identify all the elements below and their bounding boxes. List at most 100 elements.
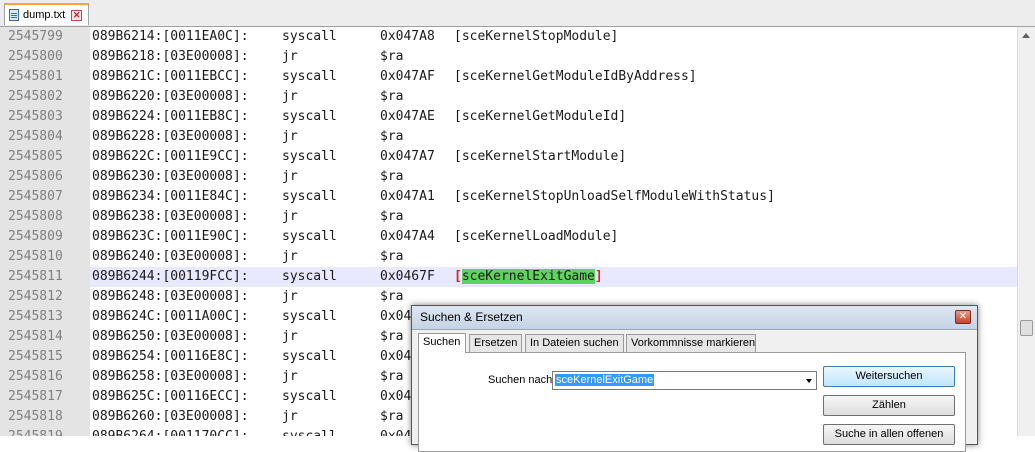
code-operand: $ra [380,209,404,224]
code-opcode: jr [282,369,298,384]
find-replace-dialog: Suchen & Ersetzen ✕ Suchen Ersetzen In D… [411,305,978,452]
tab-replace[interactable]: Ersetzen [469,334,522,352]
line-number: 2545819 [8,427,90,436]
find-panel: Suchen nach sceKernelExitGame Weitersuch… [418,352,966,452]
vertical-scrollbar[interactable] [1017,27,1035,436]
code-address: 089B6250:[03E00008]: [92,329,249,344]
code-symbol: [sceKernelStopUnloadSelfModuleWithStatus… [454,189,775,204]
code-operand: 0x04 [380,309,412,324]
line-number: 2545811 [8,269,63,284]
code-operand: 0x04 [380,427,411,436]
code-address: 089B6238:[03E00008]: [92,209,249,224]
code-address: 089B6248:[03E00008]: [92,289,249,304]
line-number: 2545808 [8,209,63,224]
code-address: 089B6214:[0011EA0C]: [92,29,249,44]
editor-line[interactable]: 2545808 089B6238:[03E00008]: jr $ra [0,207,1017,227]
code-address: 089B625C:[00116ECC]: [92,389,249,404]
find-label: Suchen nach [488,374,553,386]
find-all-open-button[interactable]: Suche in allen offenen [823,424,955,445]
code-operand: 0x047AF [380,69,435,84]
code-opcode: jr [282,289,298,304]
document-tab-bar: dump.txt ✕ [0,0,1035,27]
bracket-open: [ [454,269,462,284]
code-address: 089B6258:[03E00008]: [92,369,249,384]
code-symbol: [sceKernelStartModule] [454,149,627,164]
line-number: 2545803 [8,109,63,124]
code-address: 089B6230:[03E00008]: [92,169,249,184]
code-opcode: jr [282,249,298,264]
tab-find[interactable]: Suchen [418,333,466,353]
bracket-close: ] [594,269,603,284]
line-number: 2545816 [8,369,63,384]
code-opcode: jr [282,169,298,184]
code-operand: 0x047A1 [380,189,435,204]
editor-line[interactable]: 2545806 089B6230:[03E00008]: jr $ra [0,167,1017,187]
code-opcode: jr [282,49,298,64]
line-number: 2545818 [8,409,63,424]
chevron-down-icon[interactable] [806,379,812,383]
code-operand: 0x047A7 [380,149,435,164]
code-symbol: [sceKernelGetModuleId] [454,109,627,124]
editor-line[interactable]: 2545799 089B6214:[0011EA0C]: syscall 0x047A… [0,27,1017,47]
code-address: 089B6224:[0011EB8C]: [92,109,249,124]
line-number: 2545812 [8,289,63,304]
document-tab-title: dump.txt [23,9,66,21]
code-symbol: [sceKernelLoadModule] [454,229,619,244]
code-symbol: [sceKernelExitGame] [454,267,603,287]
code-operand: $ra [380,329,404,344]
editor-line[interactable]: 2545802 089B6220:[03E00008]: jr $ra [0,87,1017,107]
code-opcode: jr [282,409,298,424]
code-opcode: jr [282,329,298,344]
find-input[interactable]: sceKernelExitGame [552,371,817,390]
editor-line[interactable]: 2545810 089B6240:[03E00008]: jr $ra [0,247,1017,267]
scrollbar-thumb[interactable] [1020,320,1033,336]
line-number: 2545805 [8,149,63,164]
code-opcode: syscall [282,269,337,284]
line-number: 2545800 [8,49,63,64]
code-address: 089B622C:[0011E9CC]: [92,149,249,164]
dialog-title-bar[interactable]: Suchen & Ersetzen ✕ [412,306,977,330]
count-button[interactable]: Zählen [823,395,955,416]
code-opcode: syscall [282,189,337,204]
line-number: 2545815 [8,349,63,364]
code-address: 089B6254:[00116E8C]: [92,349,249,364]
editor-line[interactable]: 2545805 089B622C:[0011E9CC]: syscall 0x047A… [0,147,1017,167]
code-operand: 0x047A4 [380,229,435,244]
line-number: 2545804 [8,129,63,144]
line-number: 2545807 [8,189,63,204]
code-address: 089B6234:[0011E84C]: [92,189,249,204]
code-opcode: jr [282,89,298,104]
code-operand: $ra [380,129,404,144]
code-operand: 0x047AE [380,109,435,124]
search-match: sceKernelExitGame [461,269,595,284]
code-operand: 0x0467F [380,269,435,284]
editor-line[interactable]: 2545811 089B6244:[00119FCC]: syscall 0x0467… [0,267,1017,287]
code-opcode: syscall [282,309,337,324]
code-operand: 0x04 [380,389,412,404]
code-opcode: syscall [282,349,337,364]
editor-line[interactable]: 2545803 089B6224:[0011EB8C]: syscall 0x047A… [0,107,1017,127]
code-operand: $ra [380,289,404,304]
code-operand: $ra [380,409,404,424]
code-operand: $ra [380,169,404,184]
tab-find-in-files[interactable]: In Dateien suchen [525,334,624,352]
editor-line[interactable]: 2545809 089B623C:[0011E90C]: syscall 0x047A… [0,227,1017,247]
close-tab-icon[interactable]: ✕ [71,9,83,21]
code-operand: $ra [380,249,404,264]
code-address: 089B6240:[03E00008]: [92,249,249,264]
editor-line[interactable]: 2545804 089B6228:[03E00008]: jr $ra [0,127,1017,147]
tab-mark[interactable]: Vorkommnisse markieren [626,334,756,352]
line-number: 2545799 [8,29,63,44]
scroll-up-icon[interactable] [1022,33,1030,38]
find-next-button[interactable]: Weitersuchen [823,366,955,387]
editor-line[interactable]: 2545807 089B6234:[0011E84C]: syscall 0x047A… [0,187,1017,207]
code-operand: 0x04 [380,349,412,364]
code-address: 089B624C:[0011A00C]: [92,309,249,324]
dialog-close-icon[interactable]: ✕ [955,310,971,324]
editor-line[interactable]: 2545812 089B6248:[03E00008]: jr $ra [0,287,1017,307]
editor-line[interactable]: 2545800 089B6218:[03E00008]: jr $ra [0,47,1017,67]
line-number: 2545806 [8,169,63,184]
document-tab[interactable]: dump.txt ✕ [4,3,90,25]
code-opcode: syscall [282,149,337,164]
editor-line[interactable]: 2545801 089B621C:[0011EBCC]: syscall 0x047A… [0,67,1017,87]
